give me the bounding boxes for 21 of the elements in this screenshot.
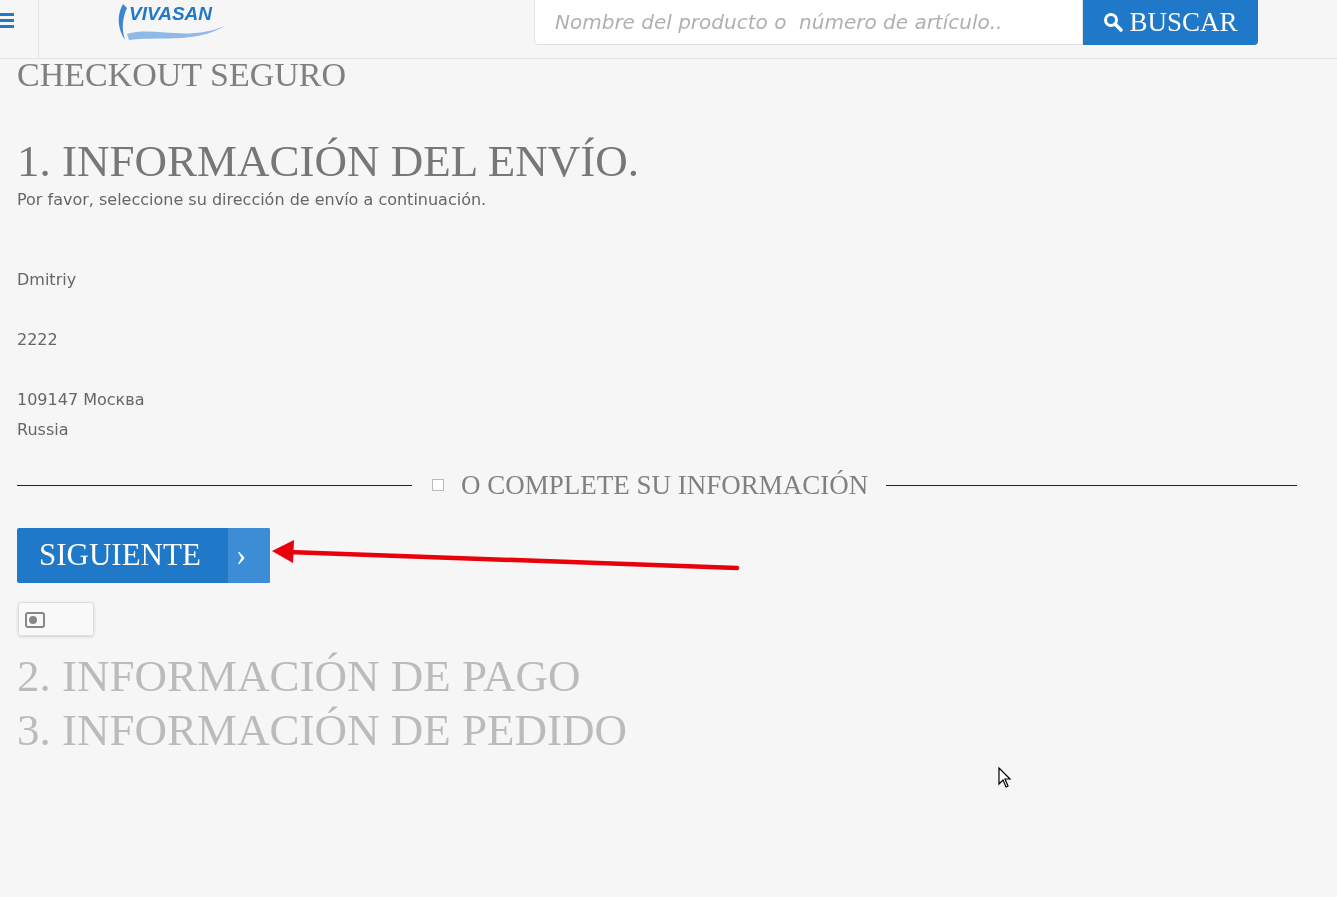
menu-icon[interactable] xyxy=(0,10,14,30)
address-line: 2222 xyxy=(17,329,59,351)
address-line: Russia xyxy=(17,419,70,441)
step-heading: 3. INFORMACIÓN DE PEDIDO xyxy=(17,703,628,757)
search-icon xyxy=(1103,12,1124,32)
checkbox[interactable] xyxy=(432,479,444,492)
step-heading: 2. INFORMACIÓN DE PAGO xyxy=(17,649,582,703)
cursor-icon xyxy=(998,767,1012,789)
floating-toolbar[interactable] xyxy=(18,602,94,636)
address-line: Dmitriy xyxy=(17,269,78,291)
logo[interactable]: VIVASAN xyxy=(115,2,227,42)
checkbox-label: O COMPLETE SU INFORMACIÓN xyxy=(461,469,869,502)
address-line: 109147 Москва xyxy=(17,389,146,411)
search-field[interactable]: Nombre del producto o número de artículo.. xyxy=(534,0,1083,45)
instruction-text: Por favor, seleccione su dirección de envío a continuación. xyxy=(17,189,488,211)
next-button[interactable]: SIGUIENTE › xyxy=(17,527,270,583)
chevron-icon: › xyxy=(228,527,270,583)
page-title: CHECKOUT SEGURO xyxy=(17,58,347,92)
camera-icon[interactable] xyxy=(24,609,46,629)
step-heading: 1. INFORMACIÓN DEL ENVÍO. xyxy=(17,135,641,188)
search-button[interactable]: BUSCAR xyxy=(1083,0,1258,45)
